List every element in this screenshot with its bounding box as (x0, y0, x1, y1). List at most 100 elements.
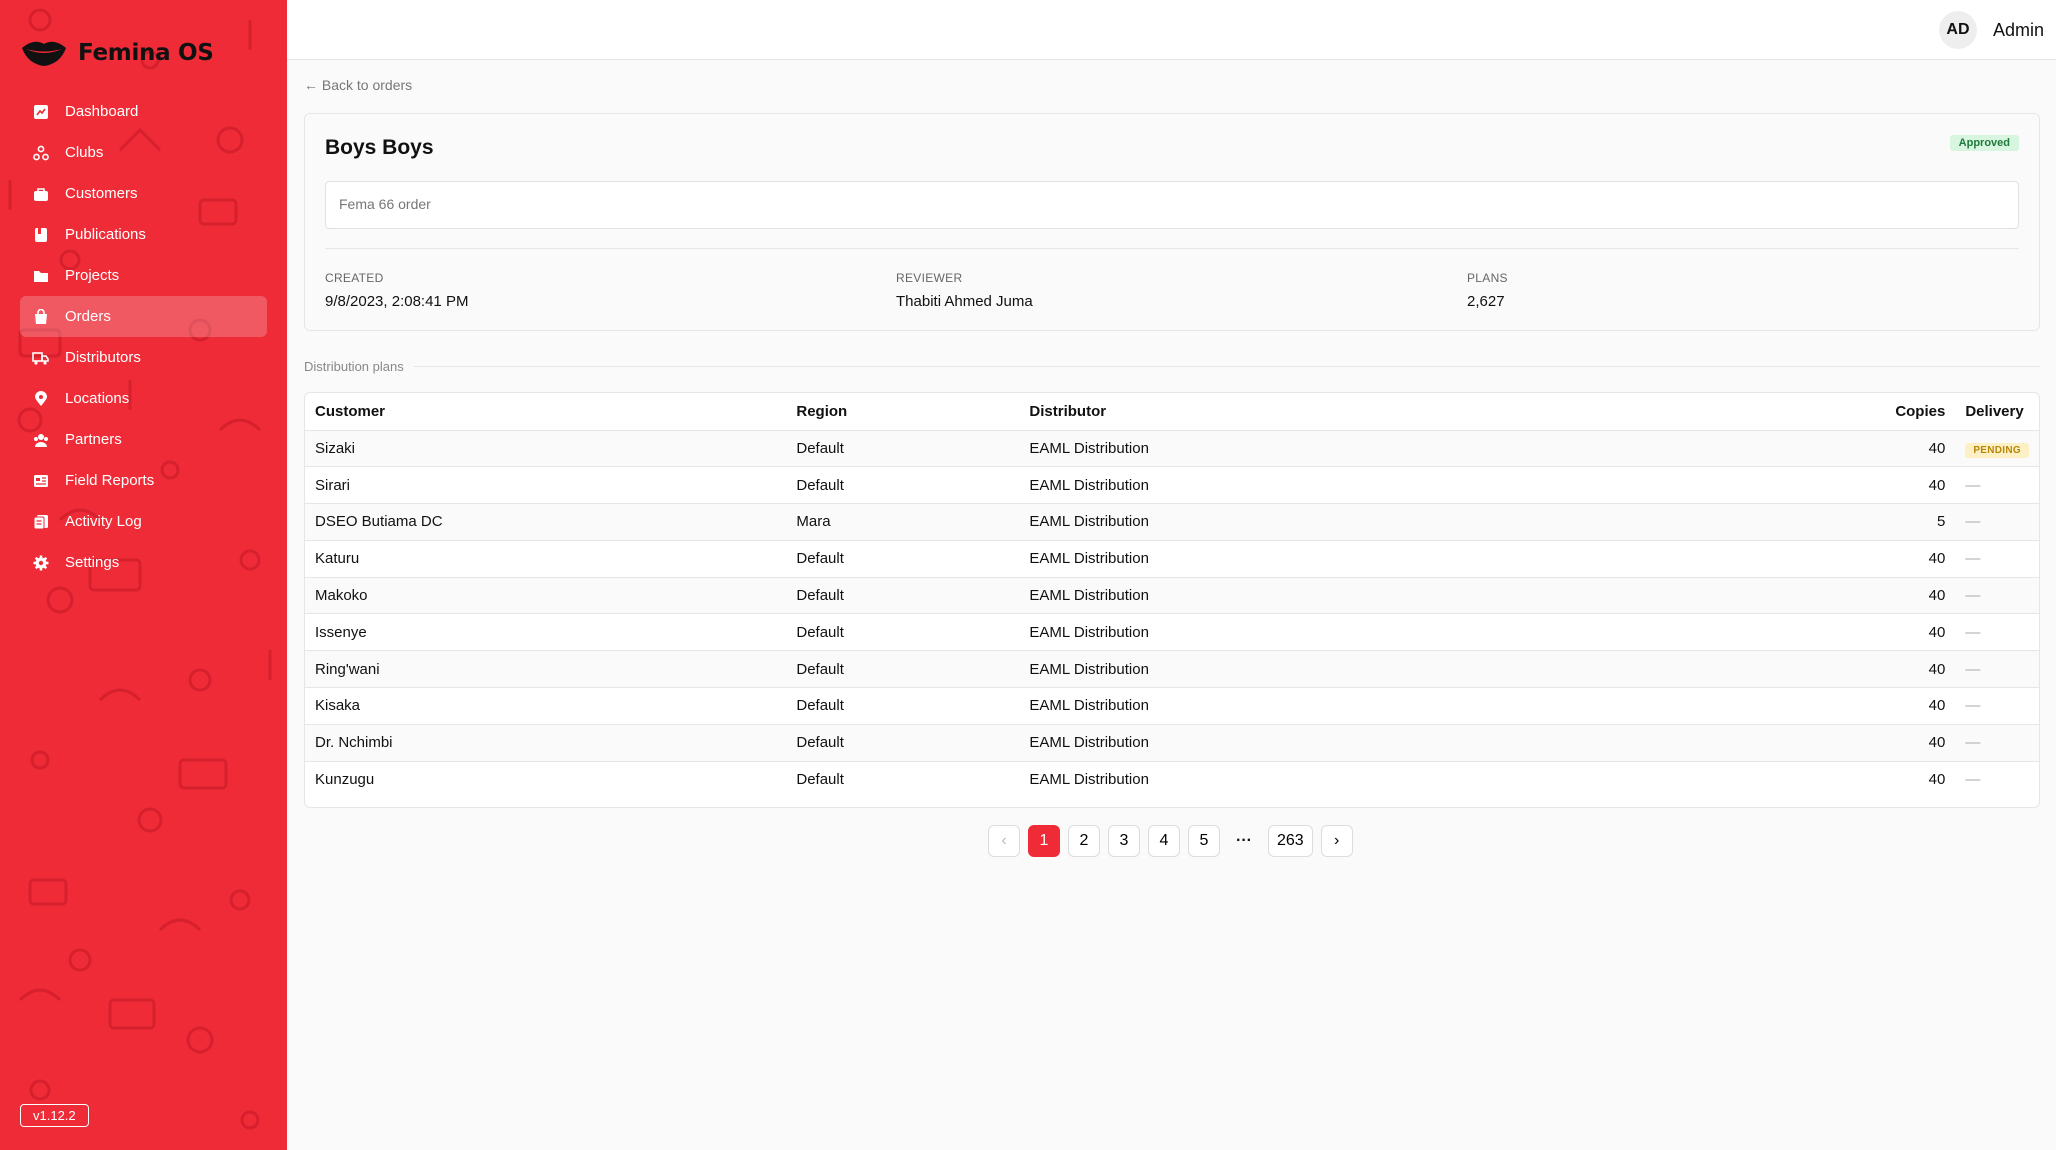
sidebar-item-label: Orders (65, 308, 111, 325)
order-title: Boys Boys (325, 136, 434, 159)
cell-region: Default (786, 760, 1020, 798)
sidebar-item-label: Dashboard (65, 103, 139, 120)
cell-distributor: EAML Distribution (1019, 723, 1535, 762)
page-button-4[interactable]: 4 (1148, 825, 1180, 857)
cell-distributor: EAML Distribution (1019, 650, 1535, 688)
cell-copies: 40 (1534, 466, 1956, 504)
last-page-button[interactable]: 263 (1268, 825, 1313, 857)
distribution-plans-heading: Distribution plans (304, 359, 2040, 374)
column-header-region[interactable]: Region (786, 393, 1019, 430)
table-row[interactable]: Dr. Nchimbi Default EAML Distribution 40… (305, 723, 2039, 762)
cell-delivery: PENDING (1955, 429, 2039, 467)
top-bar: AD Admin (287, 0, 2056, 60)
cell-delivery: — (1955, 466, 2039, 504)
plans-table: Customer Region Distributor Copies Deliv… (305, 393, 2039, 798)
meta-value: 2,627 (1467, 293, 1505, 310)
meta-label: CREATED (325, 271, 384, 285)
prev-page-button[interactable]: ‹ (988, 825, 1020, 857)
sidebar-item-locations[interactable]: Locations (20, 378, 267, 419)
table-row[interactable]: Issenye Default EAML Distribution 40 — (305, 613, 2039, 651)
cell-customer: Dr. Nchimbi (305, 723, 787, 762)
sidebar-item-label: Clubs (65, 144, 104, 161)
table-row[interactable]: Makoko Default EAML Distribution 40 — (305, 576, 2039, 614)
cell-delivery: — (1955, 723, 2039, 762)
table-row[interactable]: Sizaki Default EAML Distribution 40 PEND… (305, 429, 2039, 467)
cell-region: Default (786, 539, 1020, 578)
status-badge: Approved (1949, 135, 2019, 151)
brand-logo[interactable]: Femina OS (20, 38, 214, 68)
sidebar-item-settings[interactable]: Settings (20, 542, 267, 583)
table-header-row: Customer Region Distributor Copies Deliv… (305, 393, 2039, 430)
meta-value: Thabiti Ahmed Juma (896, 293, 1033, 310)
table-row[interactable]: Kisaka Default EAML Distribution 40 — (305, 687, 2039, 725)
table-row[interactable]: Ring'wani Default EAML Distribution 40 — (305, 650, 2039, 688)
sidebar-item-publications[interactable]: Publications (20, 214, 267, 255)
delivery-status-badge: PENDING (1965, 442, 2029, 458)
sidebar-nav: Dashboard Clubs Customers Publications P… (20, 91, 267, 583)
page-button-1[interactable]: 1 (1028, 825, 1060, 857)
cell-delivery: — (1955, 687, 2039, 725)
lips-logo-icon (22, 41, 66, 66)
cell-customer: Ring'wani (305, 650, 787, 688)
sidebar-item-label: Locations (65, 390, 130, 407)
avatar[interactable]: AD (1938, 11, 1977, 49)
cell-region: Default (786, 650, 1020, 688)
sidebar-item-customers[interactable]: Customers (20, 173, 267, 214)
cell-customer: Makoko (305, 576, 787, 614)
cell-distributor: EAML Distribution (1019, 576, 1535, 614)
cell-region: Default (786, 687, 1020, 725)
table-row[interactable]: DSEO Butiama DC Mara EAML Distribution 5… (305, 503, 2039, 541)
table-row[interactable]: Kunzugu Default EAML Distribution 40 — (305, 760, 2039, 798)
meta-label: REVIEWER (896, 271, 963, 285)
sidebar-item-orders[interactable]: Orders (20, 296, 267, 337)
section-label-text: Distribution plans (304, 359, 404, 374)
page-button-2[interactable]: 2 (1068, 825, 1100, 857)
bag-icon (32, 308, 49, 325)
cell-copies: 40 (1534, 723, 1956, 762)
column-header-customer[interactable]: Customer (305, 393, 786, 430)
sidebar-item-label: Distributors (65, 349, 141, 366)
sidebar: Femina OS Dashboard Clubs Customers Publ… (0, 0, 287, 1150)
sidebar-item-label: Field Reports (65, 472, 155, 489)
distribution-plans-table: Customer Region Distributor Copies Deliv… (304, 392, 2040, 808)
cell-customer: DSEO Butiama DC (305, 503, 787, 541)
cell-customer: Kunzugu (305, 760, 787, 798)
customers-icon (32, 185, 49, 202)
column-header-distributor[interactable]: Distributor (1019, 393, 1534, 430)
folder-icon (32, 267, 49, 284)
sidebar-item-label: Partners (65, 431, 122, 448)
user-name[interactable]: Admin (1993, 20, 2044, 41)
cell-delivery: — (1955, 760, 2039, 798)
column-header-copies[interactable]: Copies (1534, 393, 1955, 430)
sidebar-item-label: Projects (65, 267, 120, 284)
next-page-button[interactable]: › (1320, 825, 1353, 857)
cell-distributor: EAML Distribution (1019, 539, 1535, 578)
cell-copies: 40 (1534, 650, 1956, 688)
cell-copies: 40 (1534, 539, 1956, 578)
sidebar-item-dashboard[interactable]: Dashboard (20, 91, 267, 132)
sidebar-item-field-reports[interactable]: Field Reports (20, 460, 267, 501)
log-icon (32, 513, 49, 530)
pin-icon (32, 390, 49, 407)
clubs-icon (32, 144, 49, 161)
cell-region: Default (786, 613, 1020, 651)
sidebar-item-partners[interactable]: Partners (20, 419, 267, 460)
page-button-5[interactable]: 5 (1188, 825, 1220, 857)
column-header-delivery[interactable]: Delivery (1955, 393, 2039, 430)
sidebar-item-clubs[interactable]: Clubs (20, 132, 267, 173)
sidebar-item-distributors[interactable]: Distributors (20, 337, 267, 378)
truck-icon (32, 349, 49, 366)
sidebar-item-projects[interactable]: Projects (20, 255, 267, 296)
cell-distributor: EAML Distribution (1019, 613, 1535, 651)
user-menu[interactable]: AD Admin (1938, 11, 2044, 49)
cell-distributor: EAML Distribution (1019, 503, 1535, 541)
table-row[interactable]: Sirari Default EAML Distribution 40 — (305, 466, 2039, 504)
sidebar-item-label: Publications (65, 226, 146, 243)
book-icon (32, 226, 49, 243)
back-to-orders-link[interactable]: ← Back to orders (304, 77, 412, 93)
page-button-3[interactable]: 3 (1108, 825, 1140, 857)
meta-value: 9/8/2023, 2:08:41 PM (325, 293, 469, 310)
table-row[interactable]: Katuru Default EAML Distribution 40 — (305, 539, 2039, 578)
partners-icon (32, 431, 49, 448)
sidebar-item-activity-log[interactable]: Activity Log (20, 501, 267, 542)
